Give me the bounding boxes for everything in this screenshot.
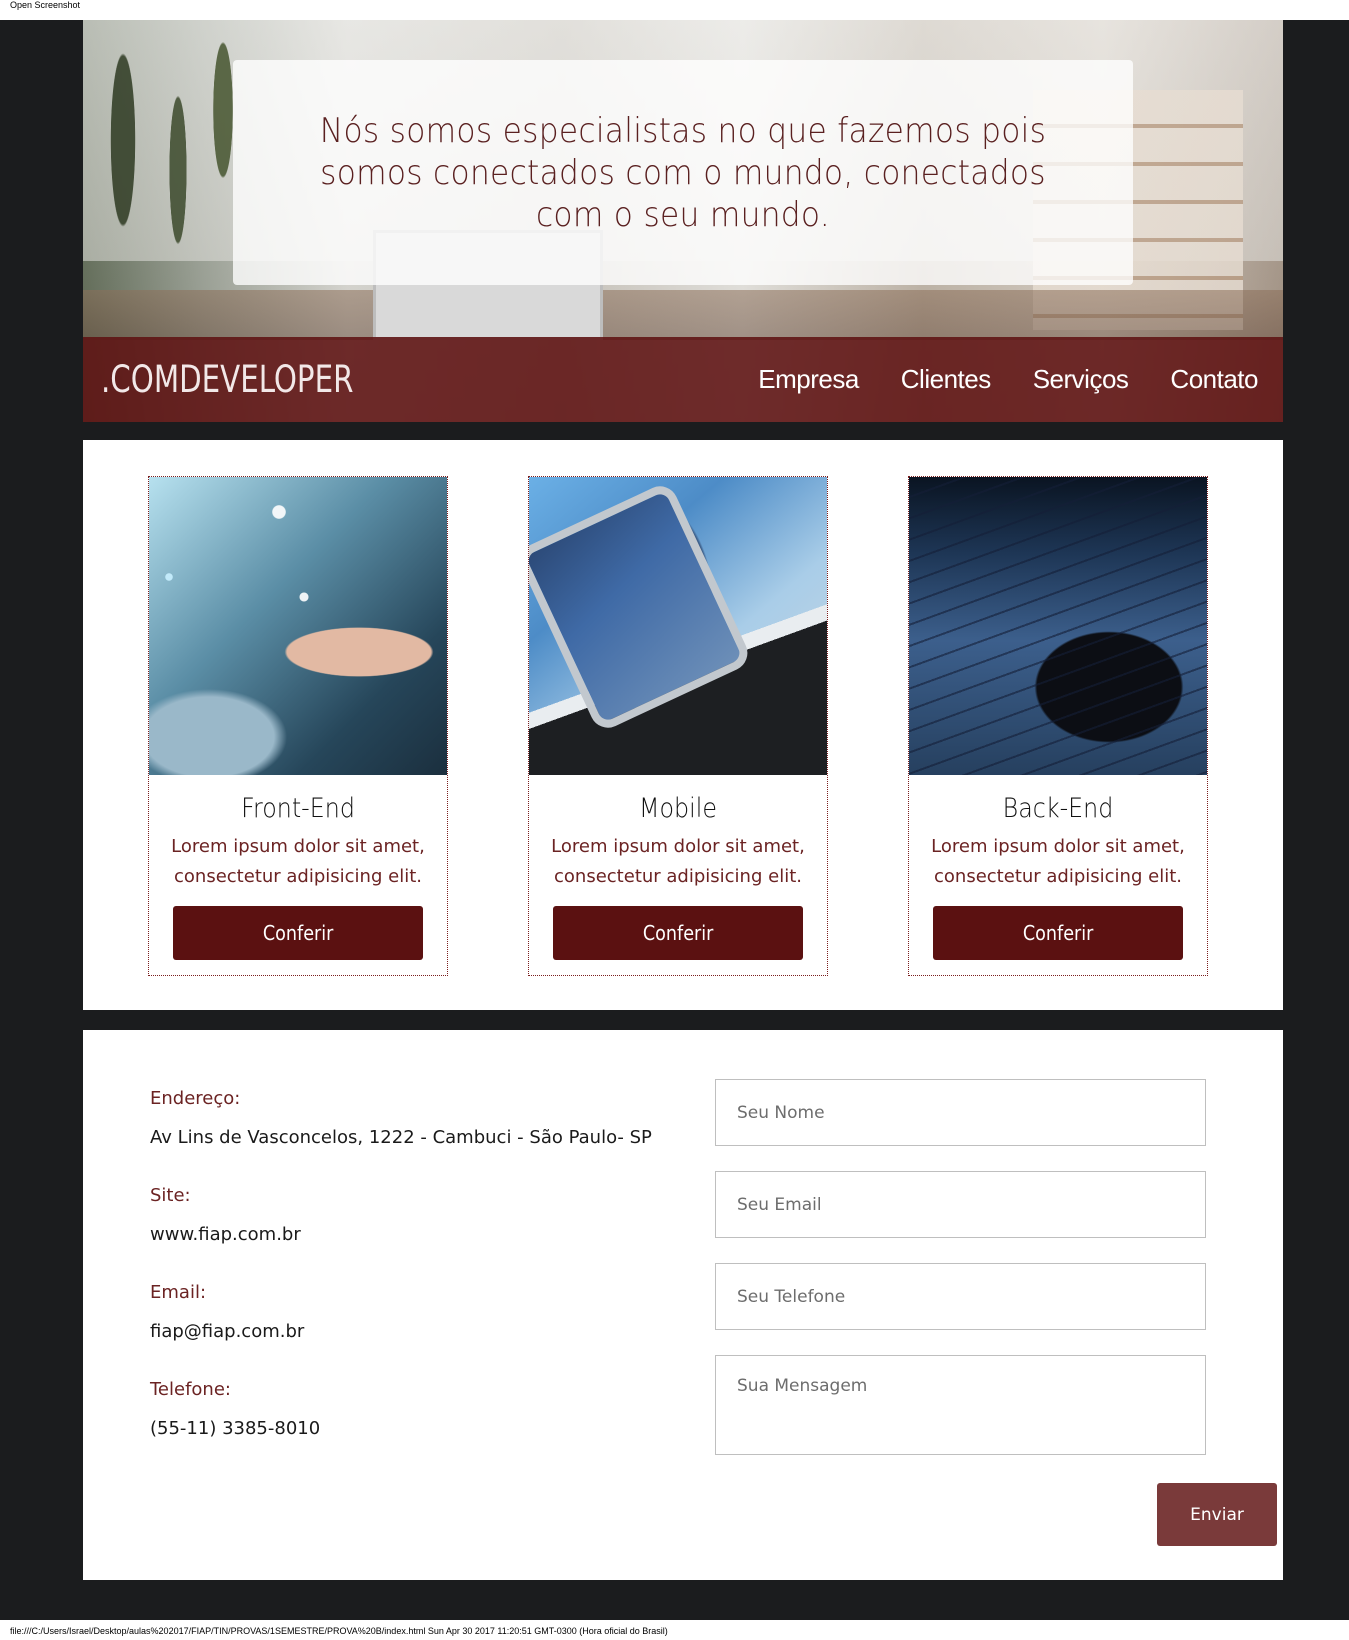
hero-headline: Nós somos especialistas no que fazemos p…	[319, 110, 1047, 235]
conferir-button-mobile[interactable]: Conferir	[553, 906, 803, 960]
service-title: Front-End	[241, 793, 355, 824]
hero-photo-plant	[83, 20, 253, 350]
conferir-button-back-end[interactable]: Conferir	[933, 906, 1183, 960]
service-card-back-end: Back-End Lorem ipsum dolor sit amet, con…	[908, 476, 1208, 976]
service-card-front-end: Front-End Lorem ipsum dolor sit amet, co…	[148, 476, 448, 976]
contact-info: Endereço: Av Lins de Vasconcelos, 1222 -…	[150, 1088, 670, 1476]
nav-link-servicos[interactable]: Serviços	[1033, 364, 1129, 395]
phone-illustration	[529, 480, 754, 734]
contact-section: Endereço: Av Lins de Vasconcelos, 1222 -…	[83, 1030, 1283, 1580]
service-description: Lorem ipsum dolor sit amet, consectetur …	[171, 836, 425, 887]
file-path-footer: file:///C:/Users/Israel/Desktop/aulas%20…	[10, 1626, 668, 1636]
send-button[interactable]: Enviar	[1157, 1483, 1277, 1546]
hero-photo-desk	[83, 290, 1283, 340]
service-description: Lorem ipsum dolor sit amet, consectetur …	[551, 836, 805, 887]
nav-link-contato[interactable]: Contato	[1170, 364, 1258, 395]
service-title: Mobile	[639, 793, 717, 824]
mobile-image	[529, 477, 827, 775]
phone-label: Telefone:	[150, 1379, 231, 1400]
nav-link-empresa[interactable]: Empresa	[758, 364, 859, 395]
email-value: fiap@fiap.com.br	[150, 1321, 305, 1342]
services-section: Front-End Lorem ipsum dolor sit amet, co…	[83, 440, 1283, 1010]
service-title: Back-End	[1002, 793, 1114, 824]
conferir-button-label: Conferir	[262, 921, 334, 945]
site-label: Site:	[150, 1185, 191, 1206]
back-end-image	[909, 477, 1207, 775]
email-input[interactable]	[715, 1171, 1206, 1238]
hero-text-box: Nós somos especialistas no que fazemos p…	[233, 60, 1133, 285]
email-label: Email:	[150, 1282, 207, 1303]
message-textarea[interactable]	[715, 1355, 1206, 1455]
service-card-mobile: Mobile Lorem ipsum dolor sit amet, conse…	[528, 476, 828, 976]
screenshot-label: Open Screenshot	[10, 0, 81, 10]
nav-link-clientes[interactable]: Clientes	[901, 364, 991, 395]
site-value: www.fiap.com.br	[150, 1224, 301, 1245]
hero-section: Nós somos especialistas no que fazemos p…	[83, 20, 1283, 422]
front-end-image	[149, 477, 447, 775]
service-description: Lorem ipsum dolor sit amet, consectetur …	[931, 836, 1185, 887]
phone-input[interactable]	[715, 1263, 1206, 1330]
conferir-button-label: Conferir	[642, 921, 714, 945]
main-nav: Empresa Clientes Serviços Contato	[758, 364, 1258, 395]
address-value: Av Lins de Vasconcelos, 1222 - Cambuci -…	[150, 1127, 652, 1148]
top-navbar: .COMDEVELOPER Empresa Clientes Serviços …	[83, 337, 1283, 422]
address-label: Endereço:	[150, 1088, 241, 1109]
conferir-button-front-end[interactable]: Conferir	[173, 906, 423, 960]
conferir-button-label: Conferir	[1022, 921, 1094, 945]
name-input[interactable]	[715, 1079, 1206, 1146]
phone-value: (55-11) 3385-8010	[150, 1418, 321, 1439]
contact-form	[715, 1079, 1206, 1483]
site-logo[interactable]: .COMDEVELOPER	[101, 358, 353, 401]
